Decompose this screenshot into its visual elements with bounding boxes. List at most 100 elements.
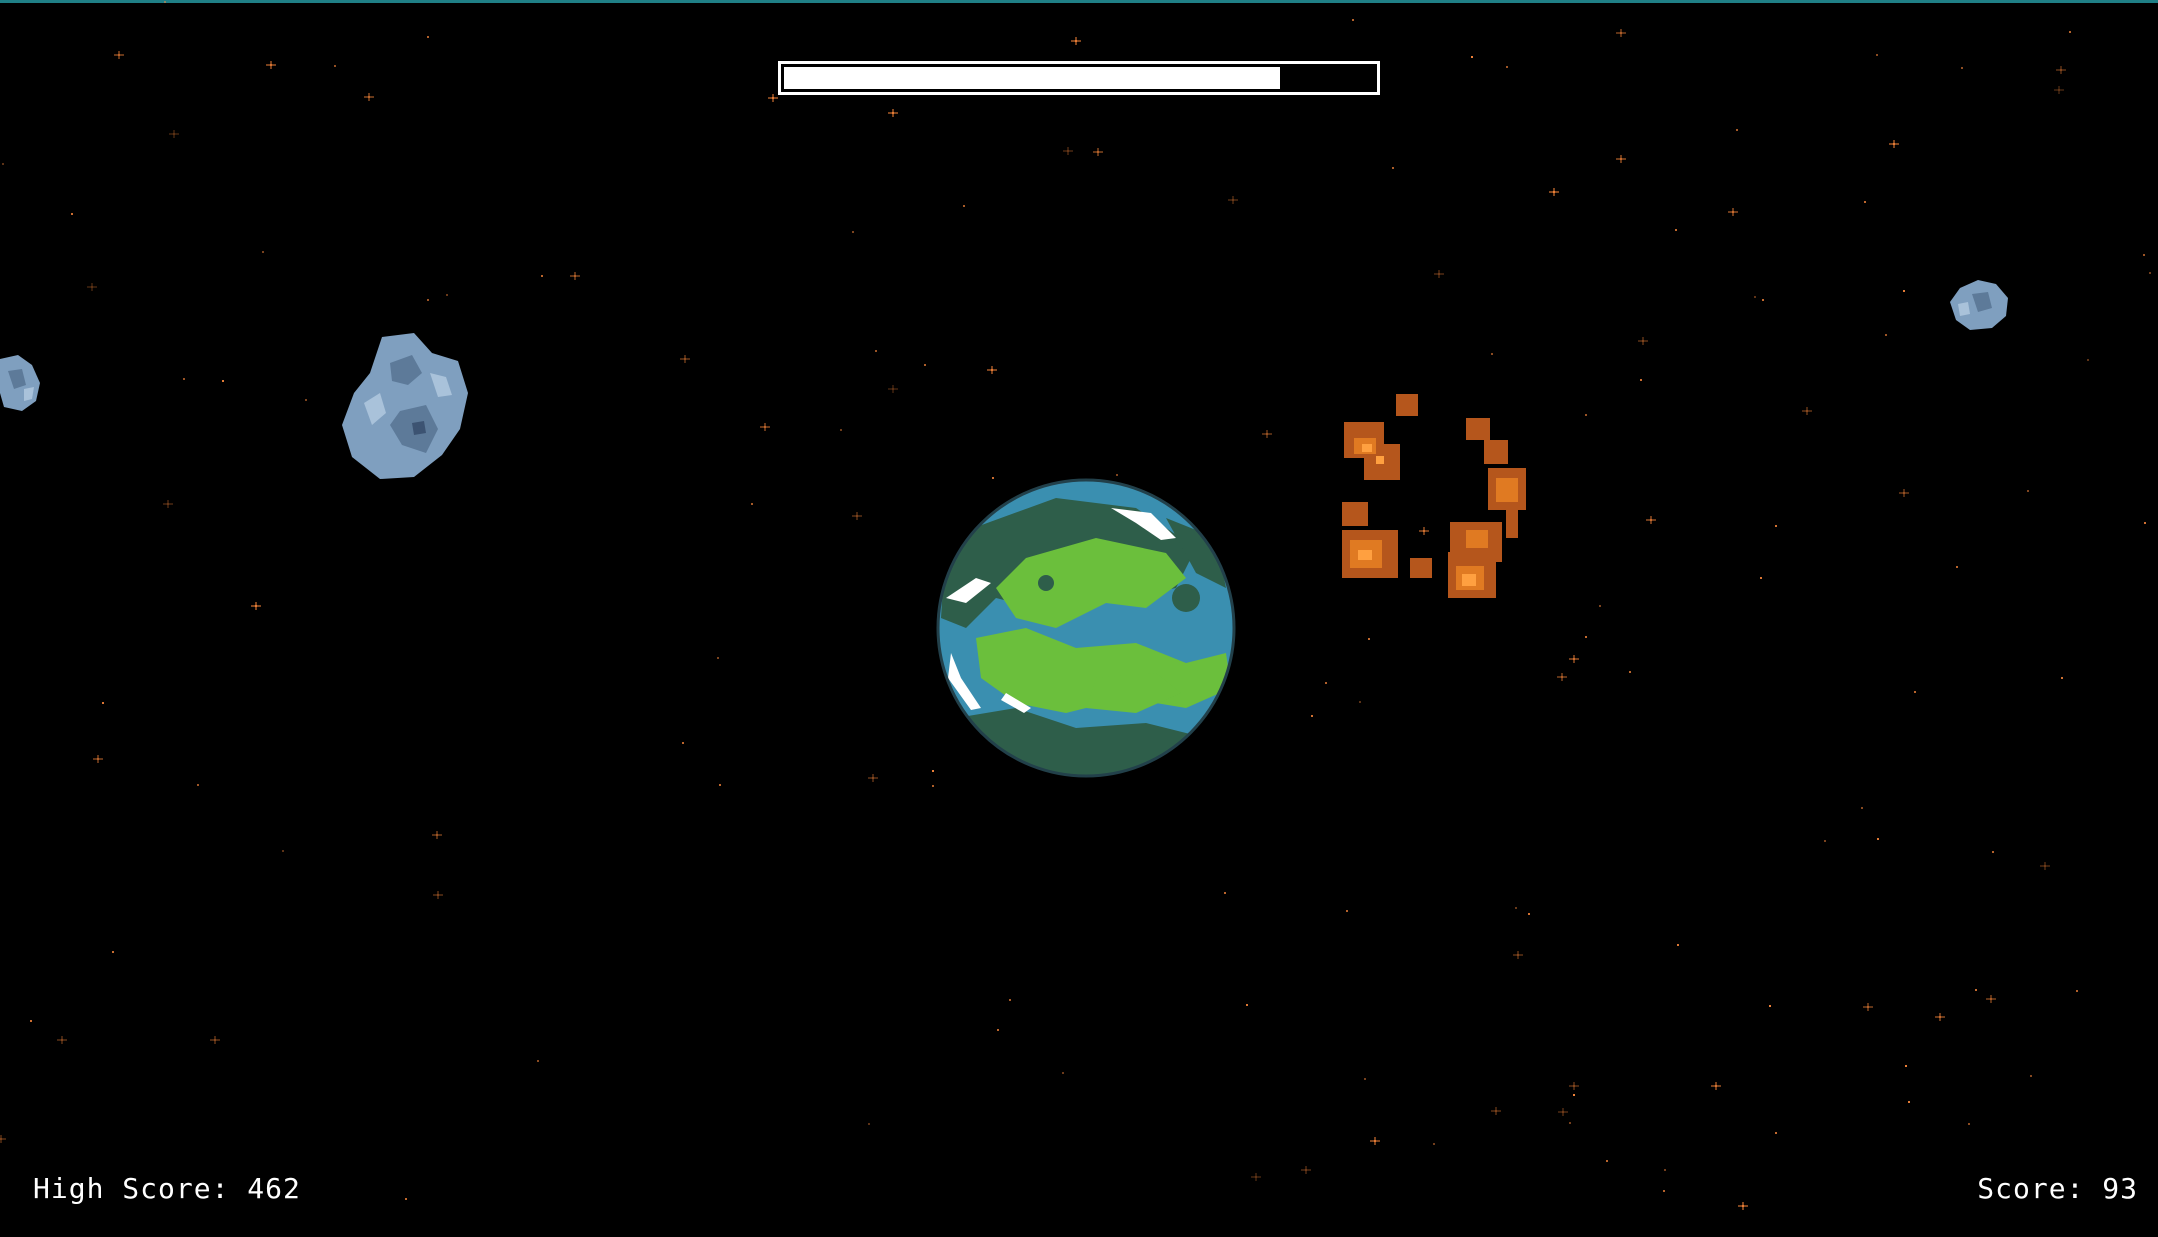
star [1899, 489, 1909, 497]
star [1824, 840, 1826, 842]
star [852, 231, 854, 233]
star [570, 272, 580, 280]
star [932, 785, 934, 787]
star [1370, 1137, 1380, 1145]
star [924, 364, 926, 366]
star [768, 94, 778, 102]
star [364, 93, 374, 101]
star [760, 423, 770, 431]
star [1359, 701, 1361, 703]
star [751, 503, 753, 505]
star [1585, 414, 1587, 416]
star [1736, 129, 1738, 131]
star [1914, 691, 1916, 693]
star [1802, 407, 1812, 415]
star [1675, 229, 1677, 231]
star [1975, 989, 1977, 991]
star [682, 742, 684, 744]
star [183, 378, 185, 380]
star [840, 429, 842, 431]
star [1093, 148, 1103, 156]
star [1769, 1005, 1771, 1007]
star [1876, 54, 1878, 56]
star [1728, 208, 1738, 216]
star [1638, 337, 1648, 345]
star [1352, 19, 1354, 21]
star [1861, 807, 1863, 809]
star [30, 1020, 32, 1022]
star [1116, 474, 1118, 476]
star [1325, 682, 1327, 684]
star [1646, 516, 1656, 524]
star [2076, 990, 2078, 992]
asteroid-small-icon [0, 355, 40, 411]
star [932, 770, 934, 772]
star [1986, 995, 1996, 1003]
star [719, 784, 721, 786]
star [2149, 272, 2151, 274]
star [446, 294, 448, 296]
star [1935, 1013, 1945, 1021]
star [1009, 999, 1011, 1001]
star [1903, 290, 1905, 292]
star [1251, 1173, 1261, 1181]
star [433, 891, 443, 899]
star [1262, 430, 1272, 438]
star [2069, 31, 2071, 33]
health-bar-fill [784, 67, 1280, 89]
asteroid-large-icon [342, 333, 468, 479]
star [1889, 140, 1899, 148]
star [2027, 490, 2029, 492]
star [1569, 655, 1579, 663]
star [262, 251, 264, 253]
star [1471, 56, 1473, 58]
star [997, 1029, 999, 1031]
star [87, 283, 97, 291]
star [1760, 577, 1762, 579]
star [1063, 147, 1073, 155]
explosion-icon [1342, 394, 1526, 598]
star [1585, 636, 1587, 638]
star [2, 163, 4, 165]
star [57, 1036, 67, 1044]
star [1558, 1108, 1568, 1116]
asteroid-small-icon [1950, 280, 2008, 330]
star [1864, 201, 1866, 203]
score-label: Score: [1977, 1172, 2085, 1205]
star [1368, 638, 1370, 640]
star [1301, 1166, 1311, 1174]
star [163, 500, 173, 508]
star [1364, 1078, 1366, 1080]
earth-planet-icon [936, 478, 1236, 778]
star [2054, 86, 2064, 94]
star [1491, 353, 1493, 355]
star [1664, 1169, 1666, 1171]
star [1711, 1082, 1721, 1090]
high-score-label: High Score: [33, 1172, 230, 1205]
star [1905, 1065, 1907, 1067]
star [2144, 522, 2146, 524]
star [1557, 673, 1567, 681]
star [888, 109, 898, 117]
star [680, 355, 690, 363]
star [1062, 1072, 1064, 1074]
star [1968, 1123, 1970, 1125]
star [427, 299, 429, 301]
star [1549, 188, 1559, 196]
star [868, 774, 878, 782]
star [1392, 167, 1394, 169]
star [1569, 1122, 1571, 1124]
star [282, 850, 284, 852]
star [305, 399, 307, 401]
star [875, 350, 877, 352]
star [334, 65, 336, 67]
health-bar [778, 61, 1380, 95]
game-canvas[interactable]: High Score: 462 Score: 93 [0, 0, 2158, 1237]
star [1754, 296, 1756, 298]
star [169, 130, 179, 138]
star [251, 602, 261, 610]
star [2056, 66, 2066, 74]
star [1775, 525, 1777, 527]
star [1629, 671, 1631, 673]
star [1616, 155, 1626, 163]
